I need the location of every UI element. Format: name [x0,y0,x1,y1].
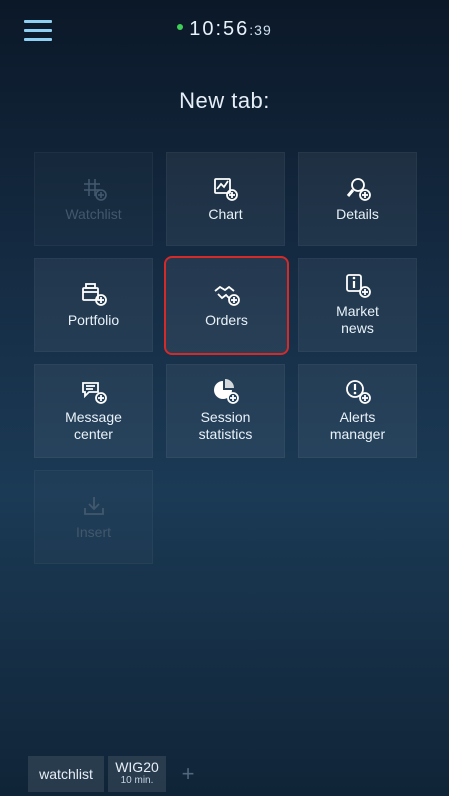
tile-alerts-manager[interactable]: Alerts manager [298,364,417,458]
bottom-tab-bar: watchlist WIG20 10 min. + [28,756,206,792]
insert-download-icon [83,496,104,515]
tile-market-news[interactable]: Market news [298,258,417,352]
tab-watchlist[interactable]: watchlist [28,756,104,792]
tile-label: Portfolio [67,311,120,328]
alert-add-icon [345,380,371,404]
watchlist-add-icon [83,178,107,201]
tab-wig20-title: WIG20 [115,759,159,775]
tab-watchlist-label: watchlist [39,766,93,782]
tile-label: Insert [75,523,111,540]
tile-label: Details [336,205,379,222]
orders-handshake-add-icon [213,285,240,306]
tab-wig20[interactable]: WIG20 10 min. [108,756,166,792]
tile-watchlist: Watchlist [34,152,153,246]
tile-label: Orders [205,312,248,328]
tile-label: Alerts manager [329,409,386,442]
tab-wig20-interval: 10 min. [120,775,154,786]
tile-label: Market news [336,303,379,336]
tile-details[interactable]: Details [298,152,417,246]
tile-chart[interactable]: Chart [166,152,285,246]
tile-orders[interactable]: Orders [164,256,289,355]
tile-session-statistics[interactable]: Session statistics [166,364,285,458]
tile-insert: Insert [34,470,153,564]
details-search-add-icon [346,177,371,201]
connection-status-dot [177,23,184,30]
plus-icon: + [181,761,195,786]
page-title: New tab: [179,88,270,113]
portfolio-wallet-add-icon [81,282,107,306]
tile-label: Message center [65,409,122,442]
tile-label: Watchlist [65,205,122,222]
new-tab-screen: 10:56:39 New tab: Watchlist Chart Detail… [0,0,449,796]
market-news-info-add-icon [345,274,371,298]
message-bubble-add-icon [81,382,107,404]
session-statistics-pie-add-icon [213,379,239,404]
tile-label: Chart [208,205,243,222]
clock: 10:56:39 [0,18,449,41]
clock-seconds: :39 [249,22,272,38]
tile-label: Session statistics [198,409,253,442]
add-tab-button[interactable]: + [170,756,206,792]
tile-portfolio[interactable]: Portfolio [34,258,153,352]
tile-message-center[interactable]: Message center [34,364,153,458]
clock-time: 10:56 [189,18,250,40]
chart-add-icon [213,177,238,201]
